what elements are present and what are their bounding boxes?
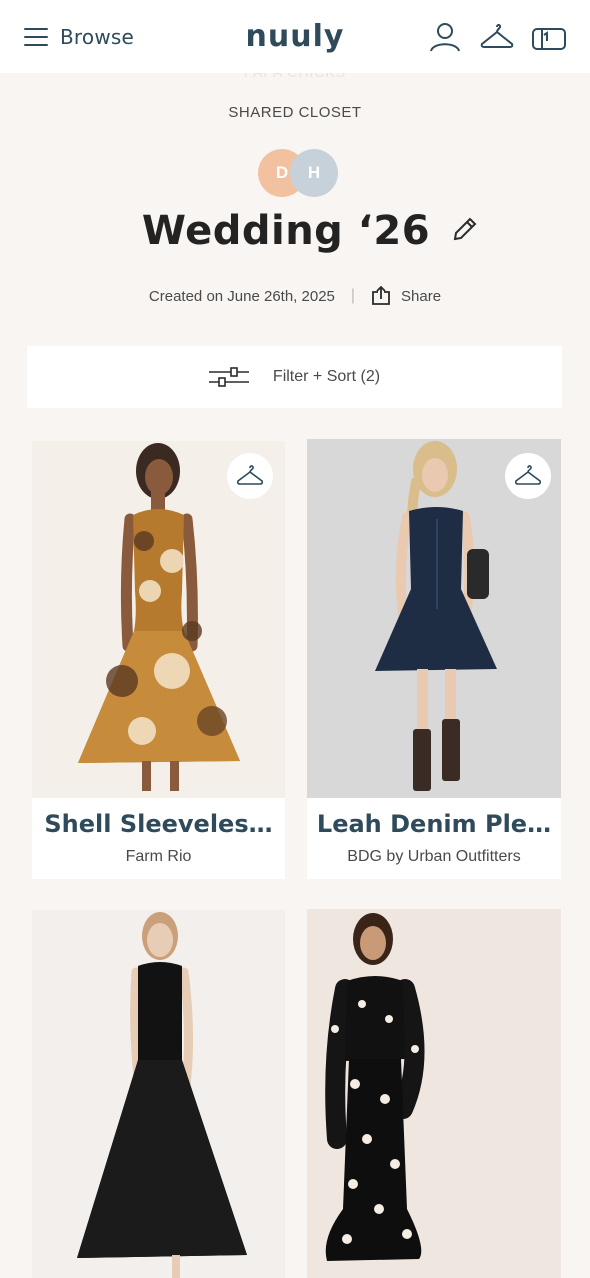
browse-label: Browse xyxy=(60,24,135,49)
product-info: Leah Denim Ple… BDG by Urban Outfitters xyxy=(307,798,561,866)
product-card[interactable]: Leah Denim Ple… BDG by Urban Outfitters xyxy=(307,439,561,879)
shopping-bag-icon[interactable] xyxy=(532,20,566,54)
created-date: Created on June 26th, 2025 xyxy=(148,287,335,305)
product-name[interactable]: Leah Denim Ple… xyxy=(307,810,561,838)
product-brand: BDG by Urban Outfitters xyxy=(347,848,521,865)
product-card[interactable]: Shell Sleeveles… Farm Rio xyxy=(32,441,285,879)
product-name[interactable]: Shell Sleeveles… xyxy=(32,810,285,838)
product-card[interactable] xyxy=(307,909,561,1278)
hanger-icon xyxy=(514,465,542,485)
hanger-icon xyxy=(236,465,264,485)
browse-menu-button[interactable]: Browse xyxy=(24,25,134,49)
product-image[interactable] xyxy=(32,910,285,1278)
hamburger-icon xyxy=(24,27,48,46)
closet-title: Wedding ‘26 xyxy=(141,208,431,254)
closet-hanger-icon[interactable] xyxy=(480,20,514,54)
pencil-icon[interactable] xyxy=(452,216,478,247)
member-avatars[interactable]: D H xyxy=(258,149,340,197)
divider: | xyxy=(350,287,356,304)
closet-title-row: Wedding ‘26 xyxy=(0,208,590,254)
avatar: H xyxy=(290,149,338,197)
sliders-icon xyxy=(208,367,249,387)
product-card[interactable] xyxy=(32,910,285,1278)
closet-meta: Created on June 26th, 2025 | Share xyxy=(0,286,590,306)
filter-sort-label: Filter + Sort (2) xyxy=(272,368,381,385)
nuuly-logo[interactable]: nuuly xyxy=(246,19,345,54)
filter-sort-button[interactable]: Filter + Sort (2) xyxy=(27,346,562,408)
account-icon[interactable] xyxy=(428,20,462,54)
share-label: Share xyxy=(401,287,442,305)
top-nav: Browse nuuly xyxy=(0,0,590,73)
share-icon xyxy=(372,286,390,305)
add-to-closet-button[interactable] xyxy=(505,453,551,499)
share-button[interactable]: Share xyxy=(371,286,441,306)
header-icons xyxy=(428,20,566,54)
product-image[interactable] xyxy=(307,909,561,1278)
product-brand: Farm Rio xyxy=(125,848,192,865)
shared-closet-label: SHARED CLOSET xyxy=(228,104,362,121)
product-info: Shell Sleeveles… Farm Rio xyxy=(32,798,285,866)
add-to-closet-button[interactable] xyxy=(227,453,273,499)
